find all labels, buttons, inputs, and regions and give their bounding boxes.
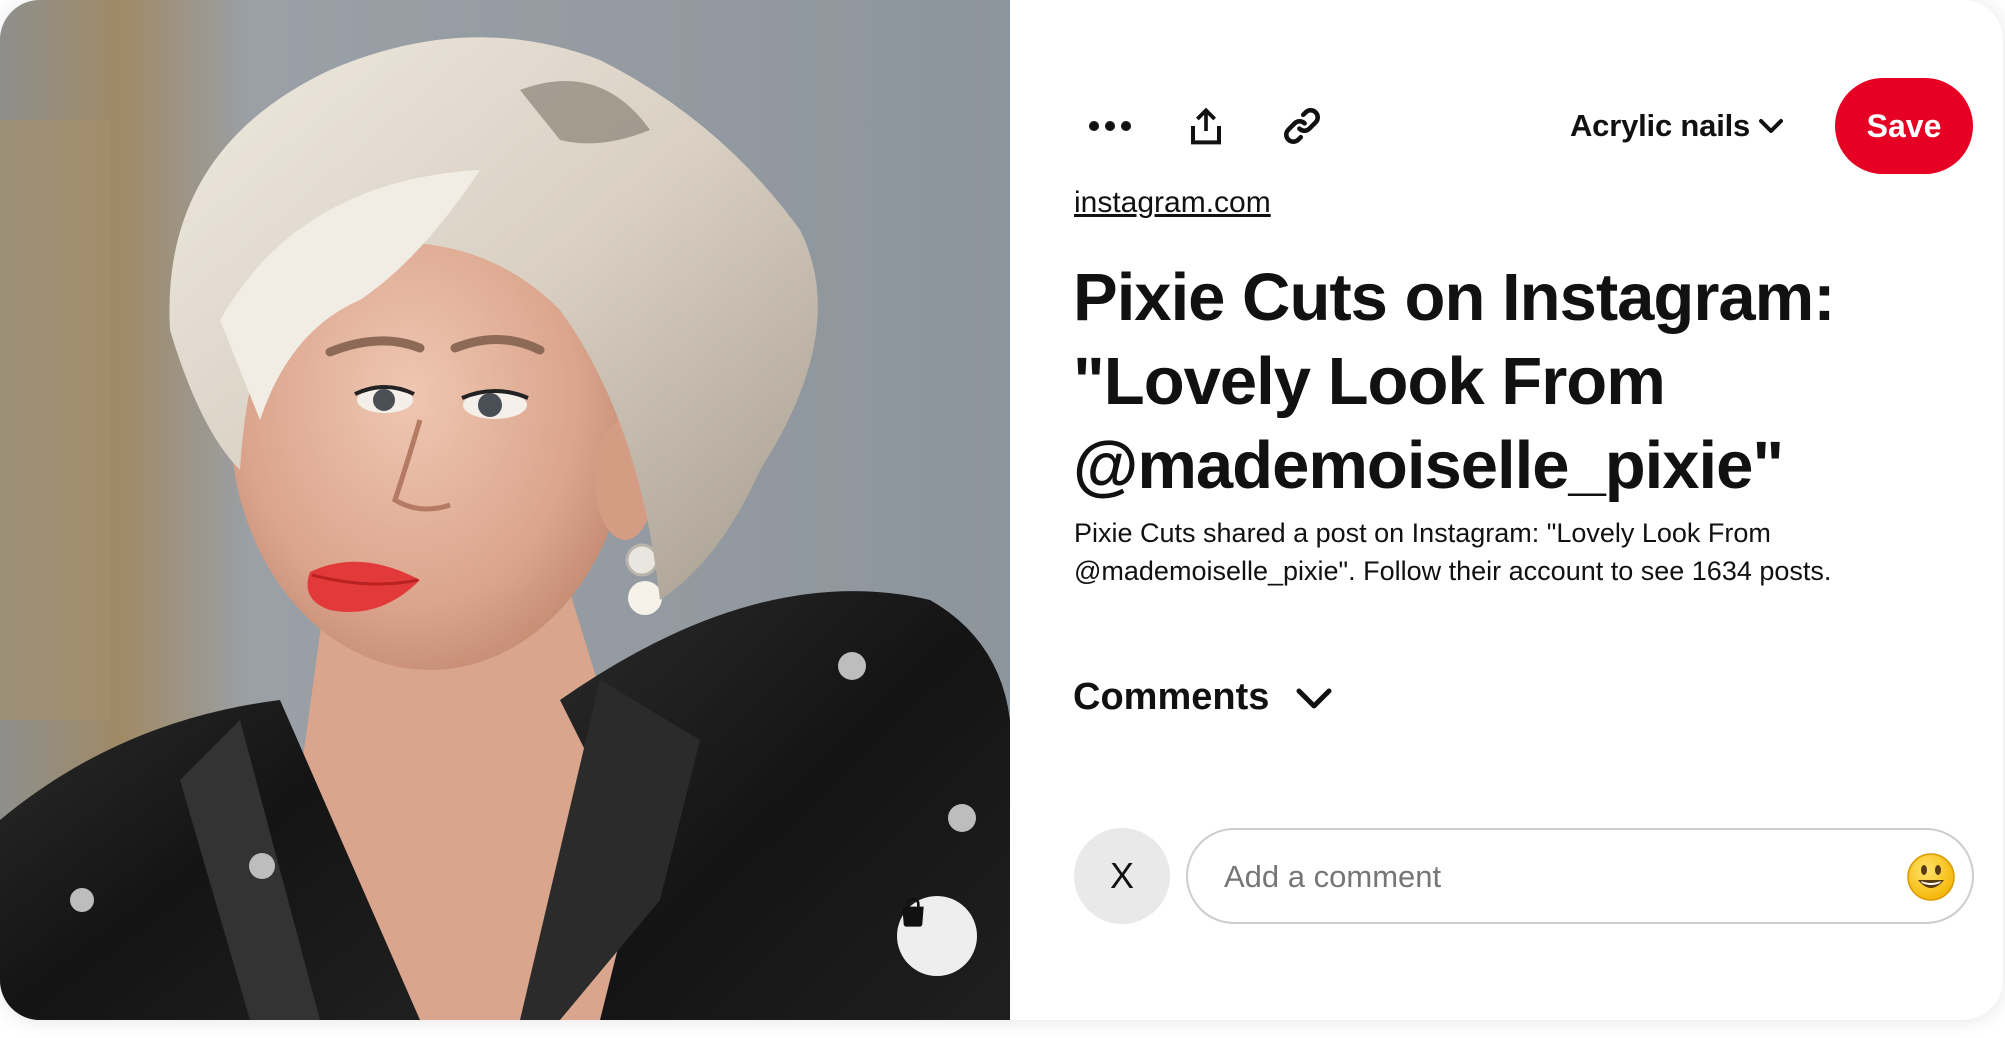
pin-description: Pixie Cuts shared a post on Instagram: "… xyxy=(1074,518,1832,586)
comments-heading: Comments xyxy=(1073,676,1270,718)
smiley-emoji-icon[interactable] xyxy=(1906,852,1956,902)
pin-title: Pixie Cuts on Instagram: "Lovely Look Fr… xyxy=(1073,260,1836,503)
pin-toolbar: Acrylic nails Save xyxy=(1070,78,1973,174)
comment-box[interactable] xyxy=(1186,828,1974,924)
avatar[interactable]: X xyxy=(1074,828,1170,924)
pin-image[interactable] xyxy=(0,0,1010,1020)
comments-toggle[interactable]: Comments xyxy=(1073,676,1333,719)
share-button[interactable] xyxy=(1166,86,1246,166)
shopping-bag-icon xyxy=(902,897,924,927)
link-icon xyxy=(1284,108,1320,144)
comment-input[interactable] xyxy=(1222,830,1866,924)
more-horizontal-icon xyxy=(1089,121,1131,131)
more-options-button[interactable] xyxy=(1070,86,1150,166)
source-link[interactable]: instagram.com xyxy=(1074,186,1271,220)
board-name: Acrylic nails xyxy=(1570,108,1751,143)
board-selector[interactable]: Acrylic nails xyxy=(1570,96,1784,156)
avatar-initial: X xyxy=(1109,855,1134,896)
chevron-down-icon xyxy=(1296,688,1332,708)
save-button[interactable]: Save xyxy=(1835,78,1973,174)
pin-closeup-card: Acrylic nails Save instagram.com Pixie C… xyxy=(0,0,2003,1020)
add-comment-row: X xyxy=(1074,826,1974,924)
copy-link-button[interactable] xyxy=(1262,86,1342,166)
portrait-photo xyxy=(0,0,1010,1020)
share-upload-icon xyxy=(1191,107,1221,145)
pin-details-panel: Acrylic nails Save instagram.com Pixie C… xyxy=(1010,0,2003,1020)
shop-button[interactable] xyxy=(897,896,977,976)
chevron-down-icon xyxy=(1759,119,1784,133)
